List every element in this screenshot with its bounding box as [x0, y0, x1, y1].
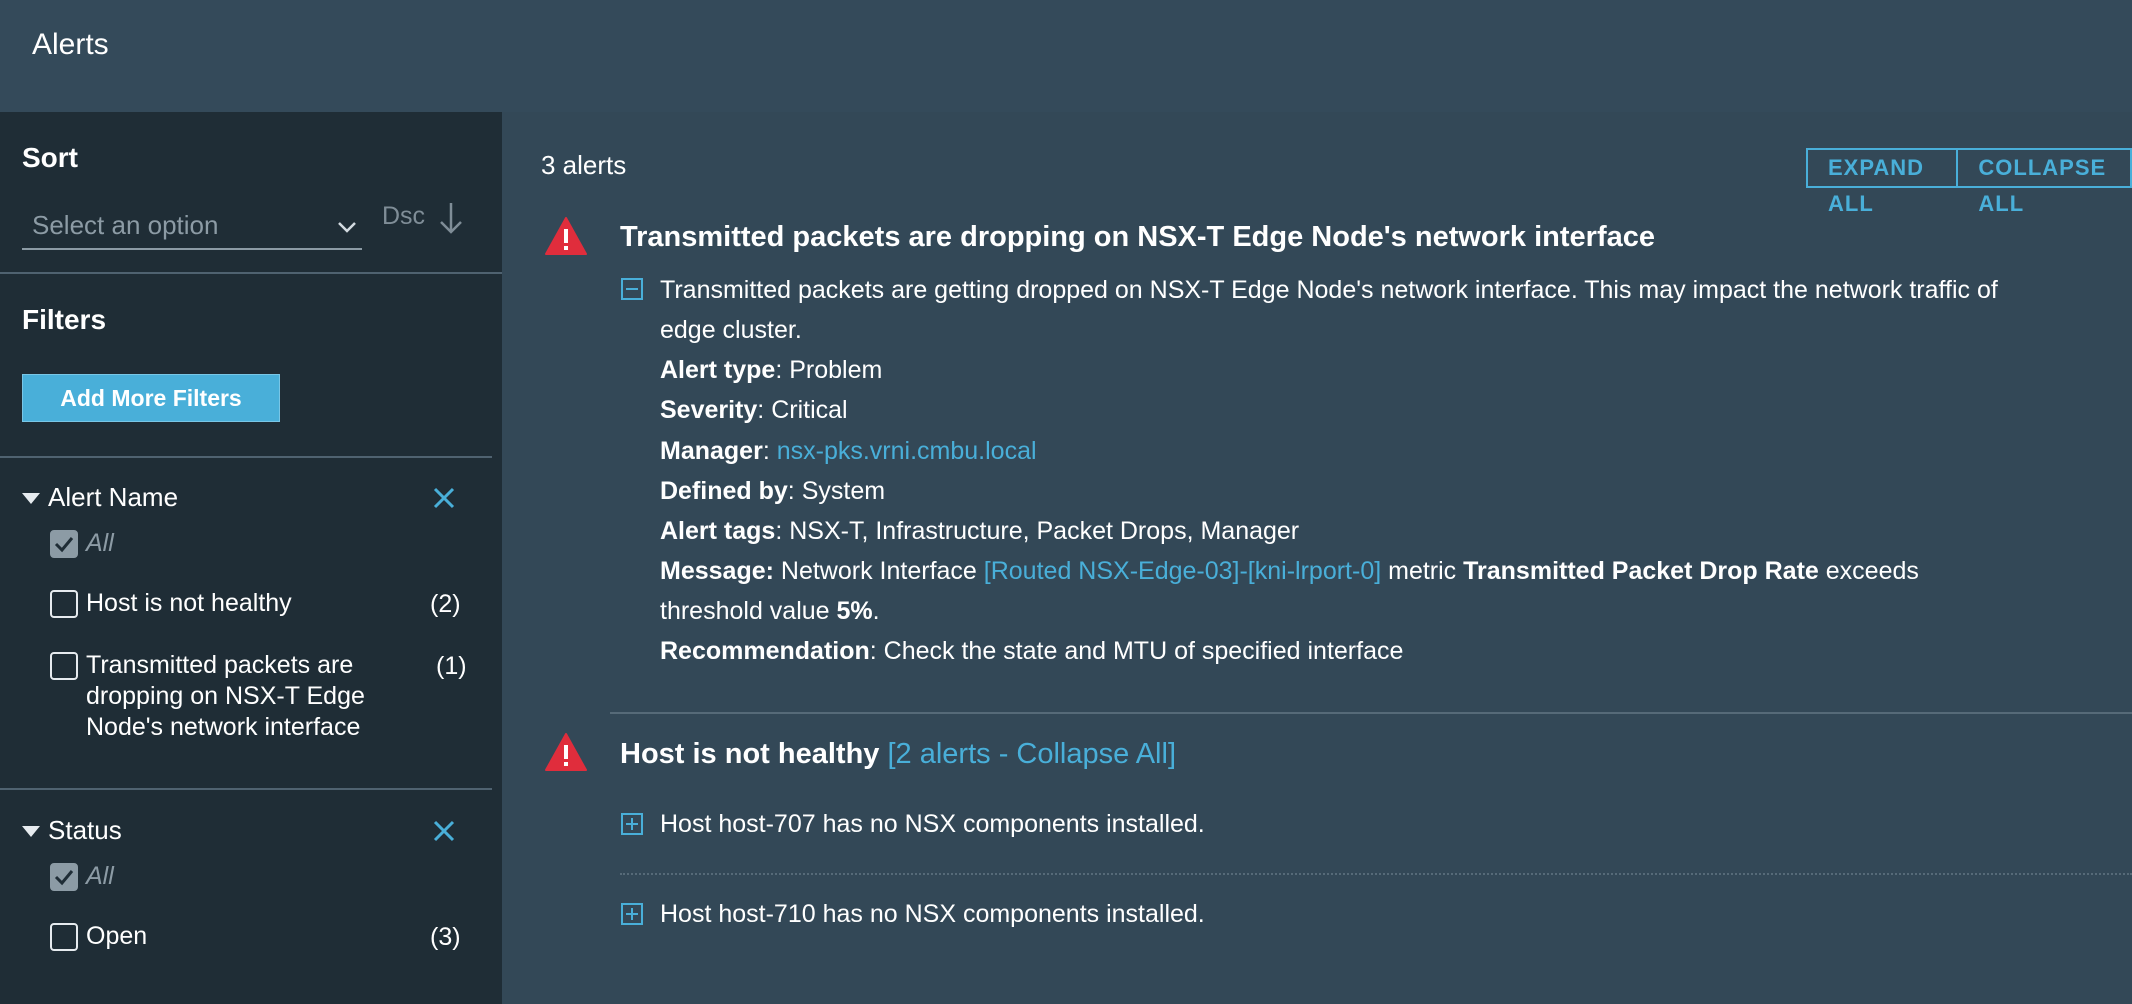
severity-label: Severity [660, 396, 758, 424]
divider [0, 788, 492, 790]
alert-tags-value: NSX-T, Infrastructure, Packet Drops, Man… [789, 517, 1300, 545]
interface-link[interactable]: [Routed NSX-Edge-03]-[kni-lrport-0] [984, 557, 1381, 585]
message-prefix: Network Interface [780, 557, 977, 585]
alert-tags-row: Alert tags: NSX-T, Infrastructure, Packe… [660, 517, 1300, 545]
alert-type-label: Alert type [660, 356, 776, 384]
filter-count: (1) [436, 652, 467, 680]
defined-by-row: Defined by: System [660, 477, 886, 505]
message-threshold-prefix: threshold value [660, 597, 830, 625]
message-metric-word: metric [1388, 557, 1457, 585]
message-row-cont: threshold value 5%. [660, 597, 880, 625]
message-threshold: 5% [836, 597, 873, 625]
message-label: Message: [660, 557, 774, 585]
add-more-filters-button[interactable]: Add More Filters [22, 374, 280, 422]
checkbox-host-not-healthy[interactable] [50, 590, 78, 618]
close-icon[interactable] [430, 484, 458, 512]
filter-count: (3) [430, 923, 461, 951]
alert-count: 3 alerts [541, 150, 627, 180]
checkbox-open[interactable] [50, 923, 78, 951]
filters-title: Filters [22, 304, 107, 335]
expand-icon[interactable] [621, 813, 643, 835]
page-header: Alerts [0, 0, 2132, 112]
collapse-group-link[interactable]: [2 alerts - Collapse All] [887, 738, 1176, 770]
recommendation-value: Check the state and MTU of specified int… [883, 637, 1404, 665]
filter-count: (2) [430, 590, 461, 618]
manager-link[interactable]: nsx-pks.vrni.cmbu.local [777, 437, 1037, 465]
divider [0, 456, 492, 458]
divider [620, 873, 2132, 875]
manager-row: Manager: nsx-pks.vrni.cmbu.local [660, 437, 1037, 465]
sort-select-placeholder: Select an option [32, 210, 219, 240]
alert-type-row: Alert type: Problem [660, 356, 883, 384]
alert-type-value: Problem [789, 356, 883, 384]
close-icon[interactable] [430, 817, 458, 845]
checkbox-transmitted-packets[interactable] [50, 652, 78, 680]
recommendation-label: Recommendation [660, 637, 870, 665]
sort-direction-label[interactable]: Dsc [382, 202, 425, 231]
arrow-down-icon[interactable] [436, 200, 466, 236]
divider [0, 272, 502, 274]
message-row: Message: Network Interface [Routed NSX-E… [660, 551, 1919, 591]
check-icon [54, 870, 74, 886]
expand-all-button[interactable]: EXPAND ALL [1808, 150, 1956, 216]
caret-down-icon[interactable] [22, 826, 40, 837]
alert-description-cont: edge cluster. [660, 316, 802, 344]
sidebar: Sort Select an option Dsc Filters Add Mo… [0, 112, 502, 1004]
alert-description: Transmitted packets are getting dropped … [660, 276, 1998, 304]
sort-select[interactable]: Select an option [22, 206, 362, 250]
checkbox-label: Transmitted packets are dropping on NSX-… [86, 651, 365, 741]
expand-icon[interactable] [621, 903, 643, 925]
alert-tags-label: Alert tags [660, 517, 776, 545]
message-exceeds: exceeds [1825, 557, 1919, 585]
defined-by-label: Defined by [660, 477, 788, 505]
filter-group-status-title[interactable]: Status [48, 815, 122, 846]
alert-item[interactable]: Host host-710 has no NSX components inst… [660, 900, 1205, 929]
message-metric: Transmitted Packet Drop Rate [1463, 557, 1819, 585]
expand-collapse-group: EXPAND ALL COLLAPSE ALL [1806, 148, 2132, 216]
severity-value: Critical [771, 396, 848, 424]
checkbox-label: Open [86, 922, 148, 950]
alert-group-name[interactable]: Host is not healthy [620, 738, 879, 770]
alert-title[interactable]: Transmitted packets are dropping on NSX-… [620, 221, 1655, 254]
critical-warning-icon [545, 733, 587, 771]
collapse-all-button[interactable]: COLLAPSE ALL [1956, 150, 2130, 216]
checkbox-label: Host is not healthy [86, 589, 292, 617]
filter-group-alert-name-title[interactable]: Alert Name [48, 482, 178, 513]
check-icon [54, 537, 74, 553]
sort-title: Sort [22, 142, 78, 173]
critical-warning-icon [545, 217, 587, 255]
divider [610, 712, 2132, 714]
alert-item[interactable]: Host host-707 has no NSX components inst… [660, 810, 1205, 839]
chevron-down-icon [338, 222, 356, 233]
recommendation-row: Recommendation: Check the state and MTU … [660, 637, 1404, 665]
manager-label: Manager [660, 437, 763, 465]
collapse-icon[interactable] [621, 278, 643, 300]
defined-by-value: System [801, 477, 886, 505]
caret-down-icon[interactable] [22, 493, 40, 504]
checkbox-all-label: All [86, 862, 114, 890]
checkbox-all[interactable] [50, 863, 78, 891]
page-title: Alerts [32, 28, 109, 61]
checkbox-all[interactable] [50, 530, 78, 558]
severity-row: Severity: Critical [660, 396, 848, 424]
alert-group-title: Host is not healthy [2 alerts - Collapse… [620, 738, 1176, 771]
checkbox-all-label: All [86, 529, 114, 557]
